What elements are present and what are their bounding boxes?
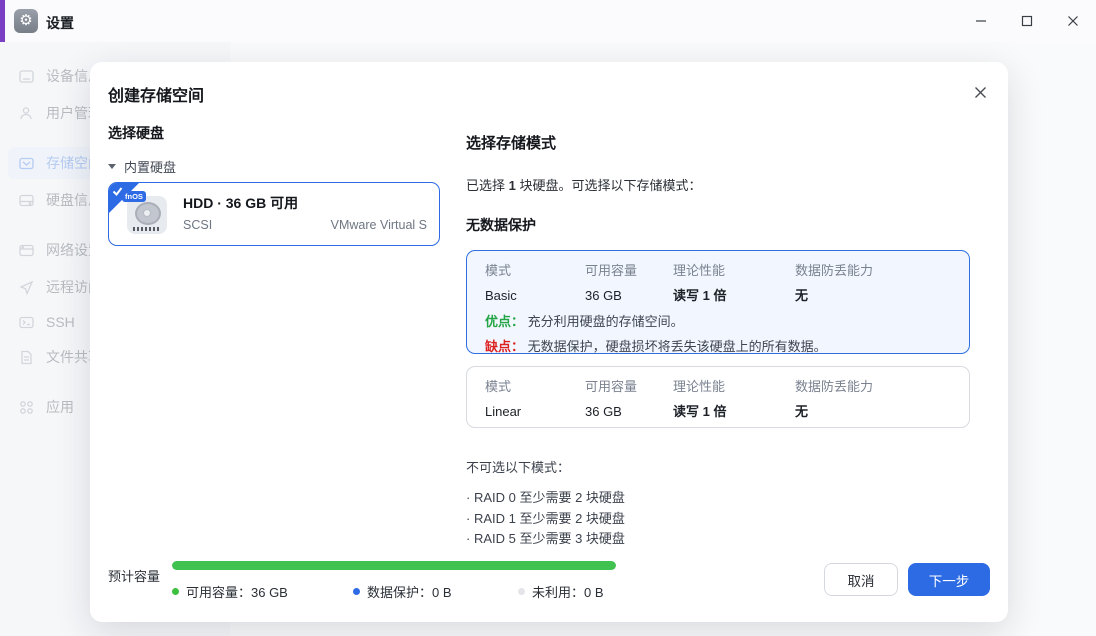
disk-card-hdd[interactable]: fnOS HDD · 36 GB 可用 SCSI VMware Virtual … [108,182,440,246]
app-title: 设置 [46,15,74,31]
green-dot-icon [172,588,179,595]
create-storage-space-dialog: 创建存储空间 选择硬盘 内置硬盘 fnOS HDD · 36 GB 可用 SCS… [90,62,1008,622]
titlebar: ⚙ 设置 [0,0,1096,42]
next-step-button[interactable]: 下一步 [908,563,990,596]
select-disk-heading: 选择硬盘 [108,125,164,141]
gray-dot-icon [518,588,525,595]
maximize-button[interactable] [1004,0,1050,42]
disk-group-label: 内置硬盘 [124,160,177,175]
minimize-icon [976,20,986,22]
window-controls [958,0,1096,42]
mode-protection: 无 [795,288,809,303]
column-header-protection: 数据防丢能力 [795,263,874,278]
unavailable-mode-raid1: · RAID 1 至少需要 2 块硬盘 [466,510,625,526]
selected-disk-count: 1 [508,178,516,193]
column-header-protection: 数据防丢能力 [795,379,874,394]
unavailable-modes-list: · RAID 0 至少需要 2 块硬盘 · RAID 1 至少需要 2 块硬盘 … [466,488,625,550]
capacity-bar [172,561,616,570]
unavailable-mode-raid5: · RAID 5 至少需要 3 块硬盘 [466,531,625,546]
close-icon [1068,16,1078,26]
background-window-edge [0,0,5,42]
mode-name: Linear [485,404,522,419]
mode-name: Basic [485,288,517,303]
unavailable-modes-heading: 不可选以下模式： [466,460,571,475]
column-header-performance: 理论性能 [673,379,726,394]
fnos-badge: fnOS [122,191,146,202]
column-header-performance: 理论性能 [673,263,726,278]
mode-protection: 无 [795,404,809,419]
column-header-mode: 模式 [485,379,512,394]
legend-unused: 未利用：0 B [518,582,604,601]
mode-performance: 读写 1 倍 [673,404,727,419]
close-icon [974,86,986,98]
unavailable-mode-raid0: · RAID 0 至少需要 2 块硬盘 [466,490,625,505]
dialog-close-button[interactable] [966,78,994,106]
capacity-bar-available-segment [172,561,616,570]
legend-available: 可用容量：36 GB [172,582,288,601]
chevron-down-icon [108,164,116,169]
mode-performance: 读写 1 倍 [673,288,727,303]
mode-card-linear[interactable]: 模式 可用容量 理论性能 数据防丢能力 Linear 36 GB 读写 1 倍 … [466,366,970,428]
mode-capacity: 36 GB [585,404,622,419]
legend-protection: 数据保护：0 B [353,582,452,601]
minimize-button[interactable] [958,0,1004,42]
disk-interface: SCSI [183,218,213,232]
blue-dot-icon [353,588,360,595]
selection-summary: 已选择 1 块硬盘。可选择以下存储模式： [466,178,702,193]
column-header-capacity: 可用容量 [585,379,638,394]
mode-cons: 缺点： 无数据保护，硬盘损坏将丢失该硬盘上的所有数据。 [485,339,827,354]
mode-pros: 优点： 充分利用硬盘的存储空间。 [485,314,684,329]
disk-title: HDD · 36 GB 可用 [183,195,299,211]
estimated-capacity-label: 预计容量 [108,569,161,584]
internal-disk-group-toggle[interactable]: 内置硬盘 [108,157,176,176]
settings-gear-icon: ⚙ [14,9,38,33]
disk-model: VMware Virtual S [330,218,427,232]
dialog-title: 创建存储空间 [108,88,205,105]
no-protection-group-heading: 无数据保护 [466,217,536,233]
hard-drive-icon: fnOS [122,191,169,236]
cancel-button[interactable]: 取消 [824,563,898,596]
close-window-button[interactable] [1050,0,1096,42]
column-header-capacity: 可用容量 [585,263,638,278]
maximize-icon [1021,15,1033,27]
column-header-mode: 模式 [485,263,512,278]
mode-capacity: 36 GB [585,288,622,303]
select-mode-heading: 选择存储模式 [466,135,557,152]
mode-card-basic[interactable]: 模式 可用容量 理论性能 数据防丢能力 Basic 36 GB 读写 1 倍 无… [466,250,970,354]
